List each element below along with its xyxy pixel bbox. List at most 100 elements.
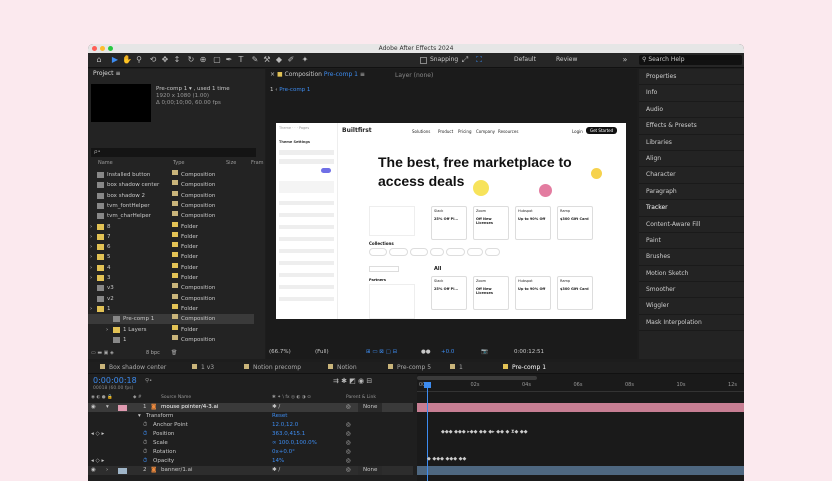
transform-row[interactable]: ▾ Transform Reset bbox=[88, 412, 413, 421]
project-item[interactable]: › 4 Folder bbox=[88, 262, 254, 273]
layer-name[interactable]: mouse pointer/4-3.ai bbox=[161, 403, 218, 412]
col-frame[interactable]: Fram bbox=[251, 159, 264, 168]
more-workspaces-icon[interactable]: » bbox=[620, 55, 630, 65]
label-swatch[interactable] bbox=[172, 293, 178, 299]
label-swatch[interactable] bbox=[172, 211, 178, 217]
project-item[interactable]: tvm_fontHelper Composition bbox=[88, 200, 254, 211]
timeline-tab[interactable]: Pre-comp 5 bbox=[388, 362, 431, 374]
layer-1-bar[interactable] bbox=[417, 403, 744, 412]
home-icon[interactable]: ⌂ bbox=[94, 55, 104, 65]
pen-tool-icon[interactable]: ✒ bbox=[224, 55, 234, 65]
camera-icon[interactable]: 📷 bbox=[481, 346, 488, 359]
panel-menu-icon[interactable]: ≡ bbox=[115, 70, 120, 77]
project-item[interactable]: Installed button Composition bbox=[88, 170, 254, 180]
property-row[interactable]: ⏱ Anchor Point 12.0,12.0 ◎ bbox=[88, 421, 413, 430]
label-swatch[interactable] bbox=[172, 324, 178, 330]
timeline-timecode[interactable]: 0:00:00:18 bbox=[93, 376, 137, 385]
panel-align[interactable]: Align bbox=[639, 151, 744, 168]
opacity-keyframes[interactable]: ◆ ◆◆◆ ◆◆◆ ◆◆ bbox=[427, 456, 466, 462]
stopwatch-icon[interactable]: ⏱ bbox=[143, 457, 147, 466]
orbit-tool-icon[interactable]: ⟲ bbox=[148, 55, 158, 65]
property-value[interactable]: 363.0,415.1 bbox=[272, 430, 305, 439]
label-swatch[interactable] bbox=[172, 242, 178, 248]
project-item[interactable]: › 7 Folder bbox=[88, 231, 254, 242]
layer-row-1[interactable]: ◉ ▾ 1 ◙ mouse pointer/4-3.ai ✱ / ◎ None bbox=[88, 403, 413, 412]
timeline-tab[interactable]: Pre-comp 1 bbox=[503, 362, 546, 374]
col-size[interactable]: Size bbox=[226, 159, 236, 168]
rectangle-tool-icon[interactable]: ▢ bbox=[212, 55, 222, 65]
type-tool-icon[interactable]: T bbox=[236, 55, 246, 65]
playhead[interactable] bbox=[427, 384, 428, 481]
expand-chevron-icon[interactable]: › bbox=[90, 252, 92, 262]
playhead-handle[interactable] bbox=[424, 382, 431, 388]
timeline-tab[interactable]: 1 v3 bbox=[192, 362, 214, 374]
stopwatch-icon[interactable]: ⏱ bbox=[143, 439, 147, 448]
minimize-window-button[interactable] bbox=[100, 46, 105, 51]
expression-pickwhip-icon[interactable]: ◎ bbox=[346, 457, 351, 466]
composition-tab[interactable]: × ■ Composition Pre-comp 1 ≡ bbox=[270, 69, 365, 81]
project-item[interactable]: v2 Composition bbox=[88, 293, 254, 304]
snap-grid-icon[interactable]: ⛶ bbox=[474, 55, 484, 65]
project-item[interactable]: Pre-comp 1 Composition bbox=[88, 314, 254, 325]
expand-chevron-icon[interactable]: › bbox=[90, 222, 92, 232]
expression-pickwhip-icon[interactable]: ◎ bbox=[346, 448, 351, 457]
expand-chevron-icon[interactable]: › bbox=[90, 263, 92, 273]
snapping-checkbox[interactable] bbox=[420, 57, 427, 64]
layer-row-2[interactable]: ◉ › 2 ◙ banner/1.ai ✱ / ◎ None bbox=[88, 466, 413, 475]
project-item[interactable]: box shadow center Composition bbox=[88, 180, 254, 190]
timeline-graph[interactable]: 00s02s04s06s08s10s12s ◆◆◆ ◆◆◆ ▸◆◆ ◆◆ ◆▸ … bbox=[417, 374, 744, 481]
panel-effects-presets[interactable]: Effects & Presets bbox=[639, 118, 744, 135]
label-swatch[interactable] bbox=[172, 180, 178, 186]
timeline-tab[interactable]: 1 bbox=[450, 362, 463, 374]
viewer-timecode[interactable]: 0:00:12:51 bbox=[514, 346, 544, 359]
close-tab-icon[interactable]: × bbox=[270, 71, 277, 78]
expand-chevron-icon[interactable]: ▾ bbox=[106, 403, 109, 412]
stopwatch-icon[interactable]: ⏱ bbox=[143, 421, 147, 430]
property-value[interactable]: 14% bbox=[272, 457, 284, 466]
snap-icon[interactable]: ⤢ bbox=[460, 55, 470, 65]
layer-viewer-tab[interactable]: Layer (none) bbox=[395, 72, 433, 79]
parent-pickwhip-icon[interactable]: ◎ bbox=[346, 403, 351, 412]
col-parent-link[interactable]: Parent & Link bbox=[346, 395, 376, 400]
visibility-icon[interactable]: ◉ bbox=[91, 403, 96, 412]
trash-icon[interactable]: 🗑 bbox=[171, 350, 177, 356]
property-row[interactable]: ◂ ◇ ▸ ⏱ Opacity 14% ◎ bbox=[88, 457, 413, 466]
project-panel-header[interactable]: Project ≡ bbox=[88, 69, 265, 79]
project-item[interactable]: tvm_charHelper Composition bbox=[88, 211, 254, 221]
project-item[interactable]: 1 Composition bbox=[88, 334, 254, 345]
property-row[interactable]: ◂ ◇ ▸ ⏱ Position 363.0,415.1 ◎ bbox=[88, 430, 413, 439]
panel-character[interactable]: Character bbox=[639, 167, 744, 184]
color-channel-icon[interactable]: ●● bbox=[421, 346, 431, 359]
parent-pickwhip-icon[interactable]: ◎ bbox=[346, 466, 351, 475]
expand-chevron-icon[interactable]: › bbox=[106, 466, 108, 475]
label-color[interactable] bbox=[118, 404, 127, 411]
dolly-tool-icon[interactable]: ↕ bbox=[172, 55, 182, 65]
pan-tool-icon[interactable]: ✥ bbox=[160, 55, 170, 65]
stopwatch-icon[interactable]: ⏱ bbox=[143, 430, 147, 439]
timeline-tab[interactable]: Notion bbox=[328, 362, 357, 374]
comp-viewer-canvas[interactable]: Theme · · · Pages Theme Settings Builtfi… bbox=[276, 123, 626, 319]
panel-motion-sketch[interactable]: Motion Sketch bbox=[639, 266, 744, 283]
project-search-input[interactable]: ρ• bbox=[91, 148, 256, 157]
selection-tool-icon[interactable]: ▶ bbox=[110, 55, 120, 65]
timeline-tab[interactable]: Notion precomp bbox=[244, 362, 301, 374]
parent-dropdown[interactable]: None bbox=[358, 403, 383, 412]
clone-tool-icon[interactable]: ⚒ bbox=[262, 55, 272, 65]
position-keyframes[interactable]: ◆◆◆ ◆◆◆ ▸◆◆ ◆◆ ◆▸ ◆◆ ◆ ⧗◆ ◆◆ bbox=[441, 429, 528, 435]
label-swatch[interactable] bbox=[172, 283, 178, 289]
panel-properties[interactable]: Properties bbox=[639, 69, 744, 86]
property-row[interactable]: ⏱ Scale ∞ 100.0,100.0% ◎ bbox=[88, 439, 413, 448]
project-item[interactable]: › 1 Layers Folder bbox=[88, 324, 254, 335]
property-value[interactable]: 0x+0.0° bbox=[272, 448, 295, 457]
expand-chevron-icon[interactable]: › bbox=[90, 242, 92, 252]
resolution-dropdown[interactable]: (Full) bbox=[315, 346, 329, 359]
expand-chevron-icon[interactable]: › bbox=[90, 304, 92, 314]
panel-brushes[interactable]: Brushes bbox=[639, 249, 744, 266]
roto-tool-icon[interactable]: ✐ bbox=[286, 55, 296, 65]
stopwatch-icon[interactable]: ⏱ bbox=[143, 448, 147, 457]
work-area-bar[interactable] bbox=[417, 376, 537, 380]
label-swatch[interactable] bbox=[172, 231, 178, 237]
workspace-default[interactable]: Default bbox=[514, 56, 536, 63]
project-item[interactable]: box shadow 2 Composition bbox=[88, 190, 254, 201]
panel-smoother[interactable]: Smoother bbox=[639, 282, 744, 299]
